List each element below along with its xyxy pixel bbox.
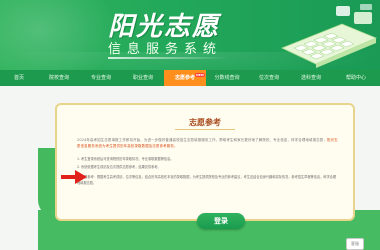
list-item: 2. 系统依据考生成绩及位次提供志愿参考，结果仅供参考。 — [77, 165, 161, 169]
nav-label: 位次查询 — [258, 75, 279, 81]
nav-item-reference[interactable]: 志愿参考 NEW — [164, 70, 206, 86]
card-title-underline — [175, 129, 235, 130]
nav-item-career[interactable]: 职业查询 — [122, 70, 164, 86]
nav-item-home[interactable]: 首页 — [0, 70, 38, 86]
nav-label: 专业查询 — [90, 75, 111, 81]
nav-label: 首页 — [13, 75, 24, 81]
new-badge: NEW — [195, 73, 205, 77]
app-subtitle: 信息服务系统 — [108, 42, 223, 57]
nav-label: 帮助中心 — [345, 75, 366, 81]
intro-text: 2024年高考招生志愿填报工作即将开始，为进一步做好普通高校招生志愿填报服务工作… — [77, 138, 327, 142]
nav-item-rank[interactable]: 位次查询 — [248, 70, 290, 86]
nav-item-score-line[interactable]: 分数线查询 — [206, 70, 248, 86]
nav-item-school[interactable]: 院校查询 — [38, 70, 80, 86]
nav-label: 分数线查询 — [214, 75, 240, 81]
customer-service-badge[interactable]: 客服 — [346, 238, 364, 250]
keyboard-illustration-icon — [272, 4, 380, 68]
list-item: 3. 志愿参考：根据考生高考成绩、位次等信息，结合历年高校在本省的录取数据，为考… — [77, 175, 337, 185]
card-title: 志愿参考 — [189, 118, 221, 127]
nav-item-major[interactable]: 专业查询 — [80, 70, 122, 86]
nav-label: 选科查询 — [300, 75, 321, 81]
nav-label: 职业查询 — [132, 75, 153, 81]
subtitle-underline — [108, 57, 228, 59]
login-button[interactable]: 登录 — [197, 213, 245, 229]
list-item: 1. 考生登录系统后可查询院校历年录取情况、专业录取数据等信息。 — [77, 157, 174, 161]
reference-card: 志愿参考 2024年高考招生志愿填报工作即将开始，为进一步做好普通高校招生志愿填… — [55, 103, 355, 221]
nav-item-subject[interactable]: 选科查询 — [290, 70, 332, 86]
main-nav: 首页 院校查询 专业查询 职业查询 志愿参考 NEW 分数线查询 位次查询 选科查… — [0, 70, 380, 86]
header-banner: 阳光志愿 信息服务系统 — [0, 0, 380, 70]
nav-item-help[interactable]: 帮助中心 — [332, 70, 380, 86]
nav-label: 院校查询 — [48, 75, 69, 81]
nav-label: 志愿参考 — [174, 75, 195, 81]
red-arrow-icon — [60, 169, 88, 184]
intro-paragraph: 2024年高考招生志愿填报工作即将开始，为进一步做好普通高校招生志愿填报服务工作… — [77, 137, 339, 149]
